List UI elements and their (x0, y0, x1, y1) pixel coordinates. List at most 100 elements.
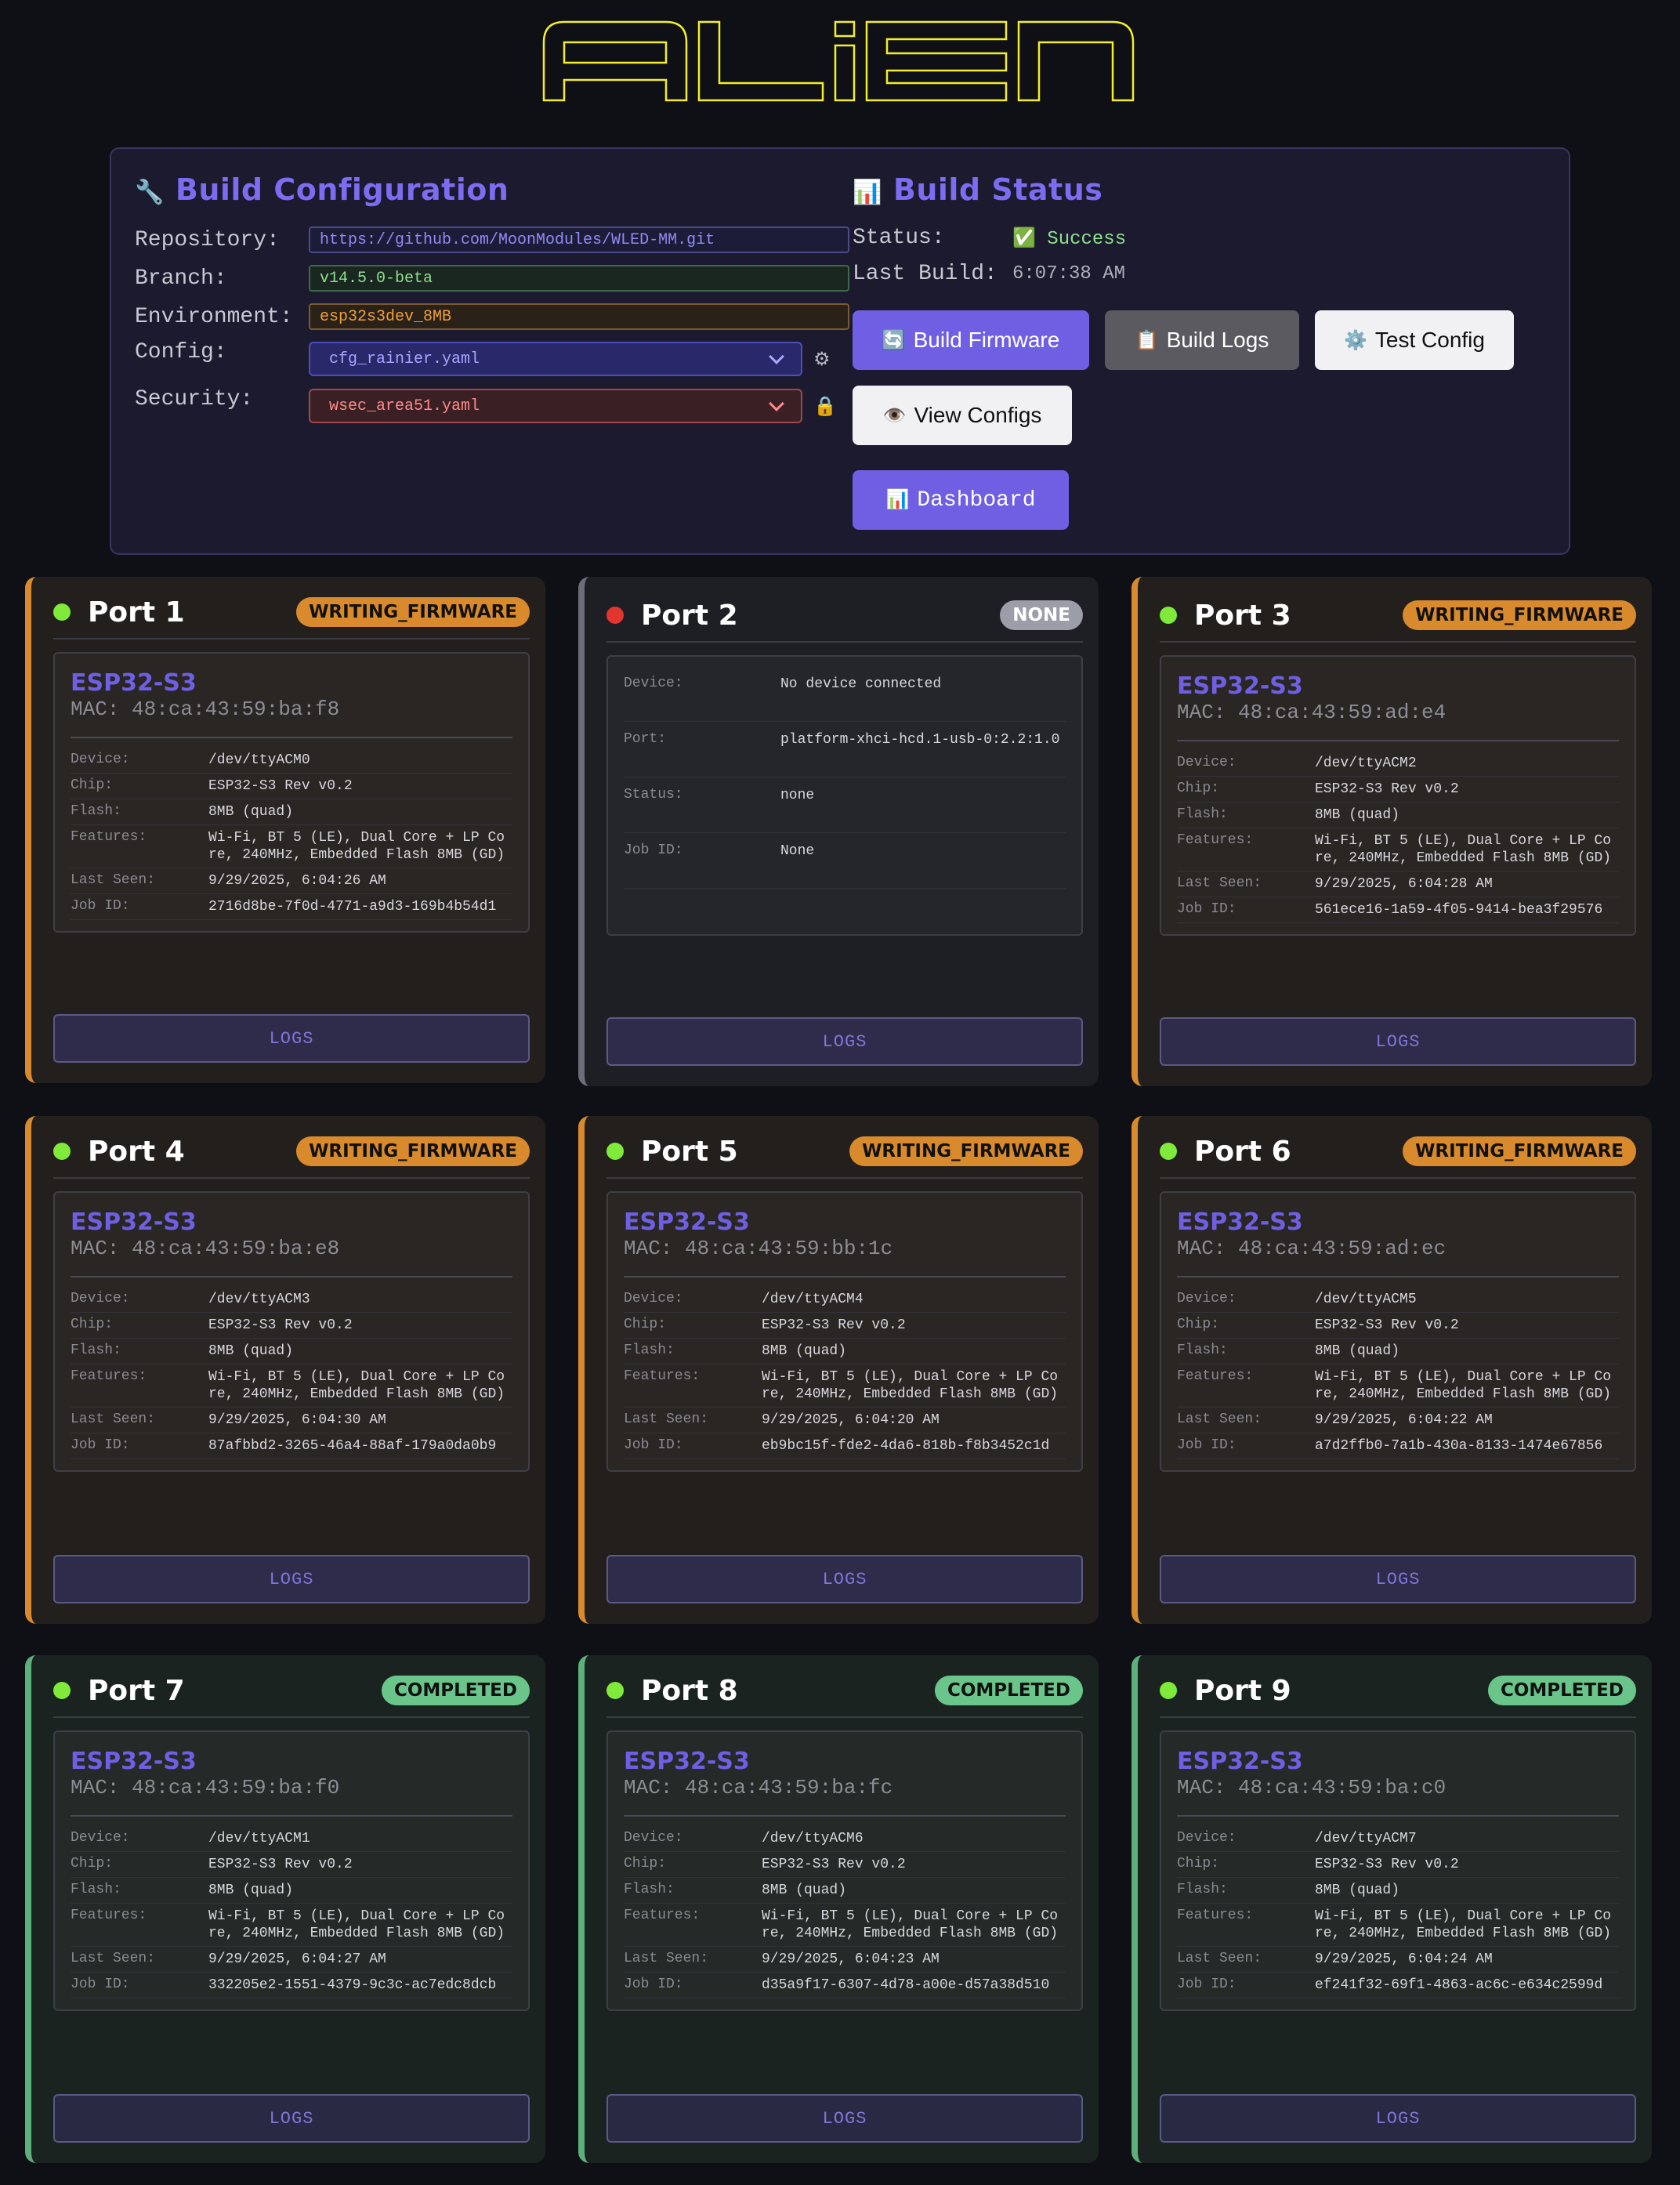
divider (53, 1716, 530, 1718)
view-configs-button[interactable]: 👁️ View Configs (853, 386, 1072, 445)
logs-button[interactable]: LOGS (606, 1017, 1083, 1066)
divider (624, 1276, 1066, 1277)
security-row: Security: wsec_area51.yaml 🔒 (135, 387, 837, 425)
chip-name: ESP32-S3 (71, 669, 197, 697)
build-logs-button[interactable]: 📋 Build Logs (1105, 310, 1299, 370)
features-row: Features: Wi-Fi, BT 5 (LE), Dual Core + L… (71, 825, 512, 868)
status-row: Status: ✅ Success (853, 226, 1126, 250)
port-card-2: Port 2 NONE Device: No device connected P… (578, 577, 1099, 1086)
device-info: ESP32-S3 MAC: 48:ca:43:59:ba:c0 Device: /… (1160, 1730, 1636, 2011)
logs-button[interactable]: LOGS (53, 1555, 530, 1603)
port-card-header: Port 5 WRITING_FIRMWARE (606, 1132, 1083, 1171)
divider (71, 1276, 512, 1277)
features-row: Features: Wi-Fi, BT 5 (LE), Dual Core + L… (624, 1364, 1066, 1408)
status-badge: WRITING_FIRMWARE (1403, 1136, 1636, 1166)
chart-icon: 📊 (885, 491, 910, 512)
chip-name: ESP32-S3 (71, 1748, 197, 1775)
device-row: Device:/dev/ttyACM0 (71, 748, 512, 774)
repository-row: Repository: https://github.com/MoonModul… (135, 224, 849, 255)
device-info: ESP32-S3 MAC: 48:ca:43:59:bb:1c Device: /… (606, 1191, 1083, 1472)
device-row: Device:/dev/ttyACM4 (624, 1287, 1066, 1313)
port-name: Port 7 (88, 1674, 185, 1707)
port-card-6: Port 6 WRITING_FIRMWARE ESP32-S3 MAC: 48… (1131, 1116, 1652, 1624)
build-firmware-button[interactable]: 🔄 Build Firmware (853, 310, 1089, 370)
port-card-header: Port 1 WRITING_FIRMWARE (53, 592, 530, 632)
chevron-down-icon (769, 349, 784, 364)
chip-row: Chip: ESP32-S3 Rev v0.2 (624, 1852, 1066, 1878)
flash-row: Flash: 8MB (quad) (1177, 1878, 1619, 1904)
device-row: Device:/dev/ttyACM5 (1177, 1287, 1619, 1313)
divider (606, 641, 1083, 643)
gear-icon[interactable]: ⚙ (813, 348, 831, 371)
status-badge: COMPLETED (1487, 1676, 1636, 1705)
test-config-button[interactable]: ⚙️ Test Config (1315, 310, 1514, 370)
flash-row: Flash: 8MB (quad) (624, 1878, 1066, 1904)
port-card-9: Port 9 COMPLETED ESP32-S3 MAC: 48:ca:43:… (1131, 1655, 1652, 2163)
divider (1177, 1815, 1619, 1817)
last-seen-row: Last Seen: 9/29/2025, 6:04:24 AM (1177, 1947, 1619, 1973)
last-seen-row: Last Seen: 9/29/2025, 6:04:27 AM (71, 1947, 512, 1973)
job-id-row: Job ID: 2716d8be-7f0d-4771-a9d3-169b4b54d… (71, 894, 512, 920)
port-name: Port 6 (1194, 1135, 1291, 1168)
features-row: Features: Wi-Fi, BT 5 (LE), Dual Core + L… (624, 1904, 1066, 1947)
status-label: Status: (853, 226, 945, 250)
flash-row: Flash: 8MB (quad) (1177, 1339, 1619, 1364)
logs-button[interactable]: LOGS (53, 2094, 530, 2143)
online-indicator (1160, 607, 1177, 624)
status-badge: WRITING_FIRMWARE (296, 1136, 530, 1166)
port-card-header: Port 4 WRITING_FIRMWARE (53, 1132, 530, 1171)
chip-row: Chip: ESP32-S3 Rev v0.2 (71, 1852, 512, 1878)
environment-field[interactable]: esp32s3dev_8MB (309, 303, 849, 330)
status-badge: WRITING_FIRMWARE (1403, 600, 1636, 630)
gear-icon: ⚙️ (1344, 329, 1367, 351)
config-select-value: cfg_rainier.yaml (329, 350, 480, 368)
config-label: Config: (135, 340, 227, 364)
chip-name: ESP32-S3 (71, 1208, 197, 1236)
port-card-4: Port 4 WRITING_FIRMWARE ESP32-S3 MAC: 48… (25, 1116, 545, 1624)
logs-button[interactable]: LOGS (606, 1555, 1083, 1603)
branch-field[interactable]: v14.5.0-beta (309, 265, 849, 292)
alien-logo (542, 20, 1135, 102)
last-seen-row: Last Seen: 9/29/2025, 6:04:28 AM (1177, 871, 1619, 897)
online-indicator (1160, 1143, 1177, 1160)
device-info: ESP32-S3 MAC: 48:ca:43:59:ba:f8 Device: /… (53, 652, 530, 933)
mac-address: MAC: 48:ca:43:59:ba:f0 (71, 1776, 340, 1799)
last-seen-row: Last Seen: 9/29/2025, 6:04:22 AM (1177, 1408, 1619, 1433)
eye-icon: 👁️ (882, 404, 907, 426)
security-select[interactable]: wsec_area51.yaml (309, 389, 802, 423)
status-badge: COMPLETED (934, 1676, 1083, 1705)
config-row: Config: cfg_rainier.yaml ⚙ (135, 340, 831, 378)
mac-address: MAC: 48:ca:43:59:bb:1c (624, 1237, 893, 1260)
build-panel: 🔧 Build Configuration Repository: https:/… (110, 147, 1570, 555)
divider (1177, 740, 1619, 741)
chip-row: Chip: ESP32-S3 Rev v0.2 (1177, 1313, 1619, 1339)
flash-row: Flash: 8MB (quad) (71, 799, 512, 825)
chip-name: ESP32-S3 (1177, 1748, 1303, 1775)
divider (71, 737, 512, 738)
last-seen-row: Last Seen: 9/29/2025, 6:04:20 AM (624, 1408, 1066, 1433)
config-select[interactable]: cfg_rainier.yaml (309, 342, 802, 376)
logs-button[interactable]: LOGS (1160, 2094, 1636, 2143)
device-row: Device:/dev/ttyACM6 (624, 1826, 1066, 1852)
features-row: Features: Wi-Fi, BT 5 (LE), Dual Core + L… (71, 1364, 512, 1408)
device-row: Device:/dev/ttyACM3 (71, 1287, 512, 1313)
features-row: Features: Wi-Fi, BT 5 (LE), Dual Core + L… (71, 1904, 512, 1947)
device-row: Device:/dev/ttyACM7 (1177, 1826, 1619, 1852)
logs-button[interactable]: LOGS (1160, 1555, 1636, 1603)
job-id-row: Job ID: d35a9f17-6307-4d78-a00e-d57a38d51… (624, 1973, 1066, 1998)
logs-button[interactable]: LOGS (606, 2094, 1083, 2143)
divider (606, 1177, 1083, 1179)
logs-button[interactable]: LOGS (1160, 1017, 1636, 1066)
dashboard-button[interactable]: 📊 Dashboard (853, 470, 1069, 530)
branch-label: Branch: (135, 266, 227, 291)
logs-button[interactable]: LOGS (53, 1014, 530, 1063)
device-info: ESP32-S3 MAC: 48:ca:43:59:ad:e4 Device: /… (1160, 655, 1636, 936)
last-seen-row: Last Seen: 9/29/2025, 6:04:26 AM (71, 868, 512, 894)
divider (53, 638, 530, 640)
lock-icon[interactable]: 🔒 (813, 395, 837, 418)
offline-indicator (606, 607, 624, 624)
port-card-3: Port 3 WRITING_FIRMWARE ESP32-S3 MAC: 48… (1131, 577, 1652, 1086)
repository-field[interactable]: https://github.com/MoonModules/WLED-MM.g… (309, 226, 849, 253)
device-row: Device: No device connected (624, 666, 1066, 722)
wrench-icon: 🔧 (135, 179, 165, 206)
